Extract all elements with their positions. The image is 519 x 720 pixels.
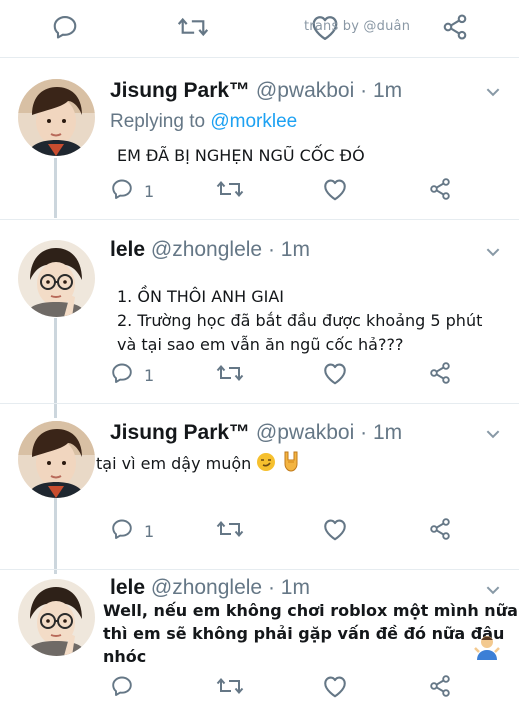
chevron-down-icon[interactable] [484, 83, 502, 106]
tweet[interactable]: Jisung Park™ @pwakboi · 1m tại vì em dậy… [0, 405, 519, 570]
retweet-icon[interactable] [216, 177, 244, 206]
chevron-down-icon[interactable] [484, 425, 502, 448]
tweet-header: lele @zhonglele · 1m [110, 576, 310, 600]
timestamp[interactable]: · 1m [268, 238, 310, 261]
share-icon[interactable] [428, 674, 452, 703]
retweet-icon[interactable] [216, 517, 244, 546]
replying-to-label: Replying to [110, 111, 206, 132]
previous-tweet-actions: trans by @duân [0, 0, 519, 58]
replying-to: Replying to @morklee [110, 111, 297, 133]
reply-count: 1 [144, 182, 155, 201]
tweet[interactable]: Jisung Park™ @pwakboi · 1m Replying to @… [0, 59, 519, 220]
avatar[interactable] [18, 579, 95, 656]
reply-icon[interactable] [110, 177, 134, 206]
share-icon[interactable] [428, 177, 452, 206]
username[interactable]: @zhonglele [151, 238, 262, 261]
timestamp[interactable]: · 1m [268, 576, 310, 599]
username[interactable]: @zhonglele [151, 576, 262, 599]
heart-icon[interactable] [322, 361, 348, 390]
tweet-text-line: tại vì em dậy muộn [96, 454, 252, 473]
share-icon[interactable] [428, 361, 452, 390]
reply-icon[interactable] [110, 674, 134, 703]
chevron-down-icon[interactable] [484, 243, 502, 266]
tweet-header: lele @zhonglele · 1m [110, 238, 310, 262]
tweet-actions: 1 [0, 361, 519, 391]
share-icon[interactable] [441, 13, 469, 41]
avatar[interactable] [18, 421, 95, 498]
reply-count: 1 [144, 522, 155, 541]
display-name[interactable]: lele [110, 576, 145, 599]
tweet-text-line: 2. Trường học đã bắt đầu được khoảng 5 p… [117, 311, 483, 330]
reply-icon[interactable] [110, 517, 134, 546]
reply-icon[interactable] [110, 361, 134, 390]
tweet-actions: 1 [0, 177, 519, 207]
avatar[interactable] [18, 240, 95, 317]
retweet-icon[interactable] [177, 13, 209, 41]
smirk-emoji [256, 452, 276, 479]
heart-icon[interactable] [322, 674, 348, 703]
tweet-text-line: nhóc [103, 647, 147, 666]
timestamp[interactable]: · 1m [360, 79, 402, 102]
tweet-header: Jisung Park™ @pwakboi · 1m [110, 79, 402, 103]
tweet-text-line: Well, nếu em không chơi roblox một mình … [103, 601, 518, 620]
retweet-icon[interactable] [216, 674, 244, 703]
watermark-text: trans by @duân [304, 19, 411, 34]
shrug-emoji [474, 634, 500, 665]
tweet-text: 1. ỒN THÔI ANH GIAI 2. Trường học đã bắt… [117, 285, 482, 357]
username[interactable]: @pwakboi [256, 79, 354, 102]
heart-icon[interactable] [322, 177, 348, 206]
share-icon[interactable] [428, 517, 452, 546]
rock-hand-emoji [281, 450, 301, 479]
username[interactable]: @pwakboi [256, 421, 354, 444]
tweet-text-line: thì em sẽ không phải gặp vấn đề đó nữa đ… [103, 624, 505, 643]
mention-link[interactable]: @morklee [210, 111, 297, 132]
tweet-text-line: EM ĐÃ BỊ NGHẸN NGŨ CỐC ĐÓ [117, 146, 365, 165]
tweet-text: tại vì em dậy muộn [96, 450, 301, 479]
tweet-actions [0, 674, 519, 704]
tweet[interactable]: lele @zhonglele · 1m 1. ỒN THÔI ANH GIAI… [0, 221, 519, 404]
tweet-actions: 1 [0, 517, 519, 547]
tweet[interactable]: lele @zhonglele · 1m Well, nếu em không … [0, 571, 519, 720]
avatar[interactable] [18, 79, 95, 156]
tweet-text: Well, nếu em không chơi roblox một mình … [103, 599, 518, 668]
heart-icon[interactable] [322, 517, 348, 546]
display-name[interactable]: Jisung Park™ [110, 79, 250, 102]
reply-icon[interactable] [51, 13, 79, 41]
tweet-header: Jisung Park™ @pwakboi · 1m [110, 421, 402, 445]
reply-count: 1 [144, 366, 155, 385]
tweet-text-line: và tại sao em vẫn ăn ngũ cốc hả??? [117, 335, 404, 354]
tweet-text: EM ĐÃ BỊ NGHẸN NGŨ CỐC ĐÓ [117, 144, 365, 168]
tweet-text-line: 1. ỒN THÔI ANH GIAI [117, 287, 285, 306]
display-name[interactable]: Jisung Park™ [110, 421, 250, 444]
timestamp[interactable]: · 1m [360, 421, 402, 444]
retweet-icon[interactable] [216, 361, 244, 390]
display-name[interactable]: lele [110, 238, 145, 261]
